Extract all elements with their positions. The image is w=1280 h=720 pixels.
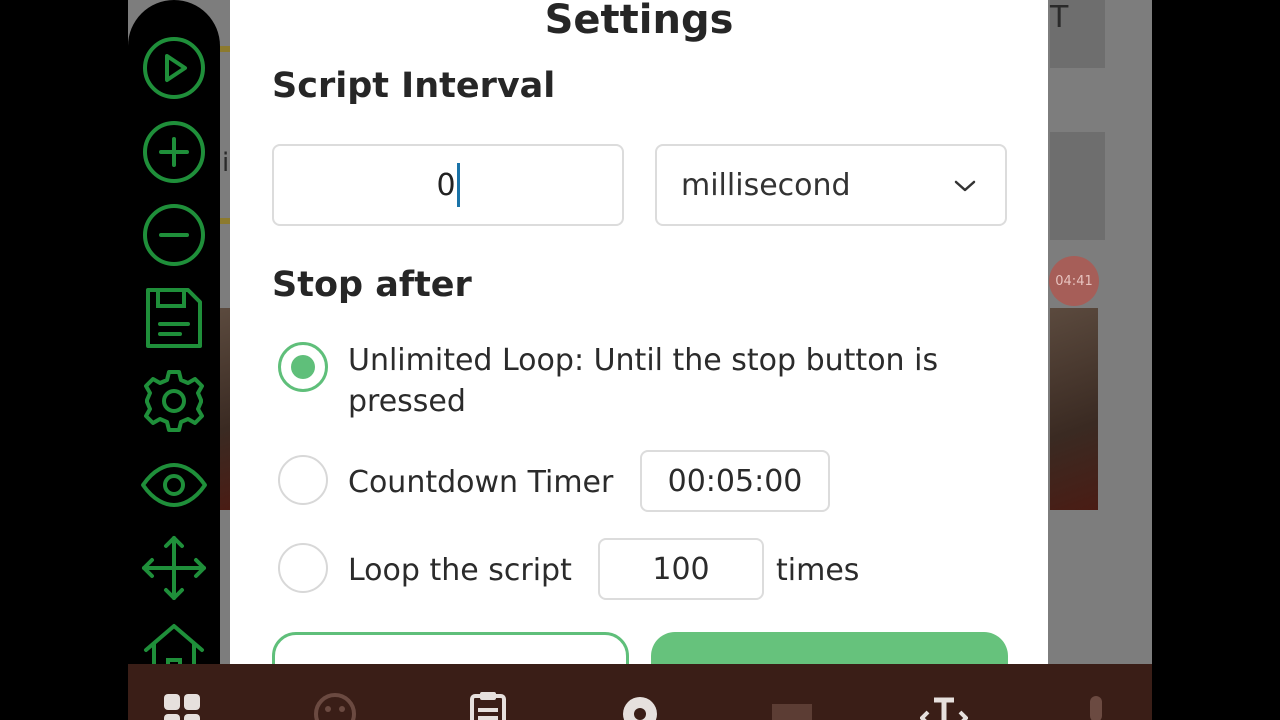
background-time-badge: 04:41: [1049, 256, 1099, 306]
unlimited-loop-label-line2: pressed: [348, 384, 466, 419]
grid-button[interactable]: [152, 690, 212, 720]
script-interval-heading: Script Interval: [272, 66, 556, 106]
bottom-toolbar: [128, 664, 1152, 720]
unlimited-loop-label-line1: Unlimited Loop: Until the stop button is: [348, 343, 939, 378]
background-card: [1050, 132, 1105, 240]
play-button[interactable]: [140, 34, 208, 102]
floating-toolbar: [128, 0, 220, 680]
mic-icon: [1090, 696, 1102, 720]
voice-input-button[interactable]: [1066, 690, 1126, 720]
loop-count-suffix: times: [776, 553, 860, 588]
save-icon: [146, 288, 202, 348]
settings-dialog: Settings Script Interval 0 millisecond S…: [230, 0, 1048, 664]
countdown-timer-field[interactable]: 00:05:00: [640, 450, 830, 512]
stop-after-heading: Stop after: [272, 265, 472, 305]
dialog-title: Settings: [544, 0, 734, 43]
keyboard-settings-button[interactable]: [610, 690, 670, 720]
gif-icon: [772, 704, 812, 720]
visibility-button[interactable]: [140, 451, 208, 519]
settings-button[interactable]: [140, 367, 208, 435]
loop-count-field[interactable]: 100: [598, 538, 764, 600]
background-thumbnail: [1050, 308, 1098, 510]
cancel-button[interactable]: [272, 632, 629, 664]
background-thumbnail: [220, 308, 230, 510]
unlimited-loop-radio[interactable]: [278, 342, 328, 392]
gear-icon: [144, 370, 204, 432]
gear-icon: [623, 697, 657, 720]
interval-unit-select[interactable]: millisecond: [655, 144, 1007, 226]
interval-unit-value: millisecond: [681, 167, 851, 203]
interval-input[interactable]: 0: [272, 144, 624, 226]
background-accent-line: [220, 46, 230, 52]
move-icon: [142, 536, 206, 600]
play-icon: [143, 37, 205, 99]
countdown-timer-radio[interactable]: [278, 455, 328, 505]
loop-count-radio[interactable]: [278, 543, 328, 593]
plus-icon: [143, 121, 205, 183]
minus-icon: [143, 204, 205, 266]
gif-button[interactable]: [762, 690, 822, 720]
clipboard-button[interactable]: [458, 690, 518, 720]
move-button[interactable]: [140, 534, 208, 602]
emoji-icon: [314, 693, 356, 720]
add-point-button[interactable]: [140, 118, 208, 186]
text-caret: [456, 163, 460, 207]
countdown-timer-label[interactable]: Countdown Timer: [348, 462, 613, 503]
background-text: i: [222, 148, 230, 178]
background-text: T: [1050, 0, 1069, 35]
grid-icon: [164, 694, 200, 720]
text-cursor-button[interactable]: [914, 690, 974, 720]
save-button[interactable]: [140, 284, 208, 352]
confirm-button[interactable]: [651, 632, 1008, 664]
background-accent-line: [220, 218, 230, 224]
chevron-down-icon: [954, 180, 976, 192]
emoji-button[interactable]: [305, 690, 365, 720]
loop-count-label[interactable]: Loop the script: [348, 550, 572, 591]
text-cursor-icon: [920, 697, 968, 720]
remove-point-button[interactable]: [140, 201, 208, 269]
unlimited-loop-label[interactable]: Unlimited Loop: Until the stop button is…: [348, 340, 938, 422]
clipboard-icon: [470, 692, 506, 720]
interval-value: 0: [436, 167, 456, 203]
eye-icon: [141, 463, 207, 507]
